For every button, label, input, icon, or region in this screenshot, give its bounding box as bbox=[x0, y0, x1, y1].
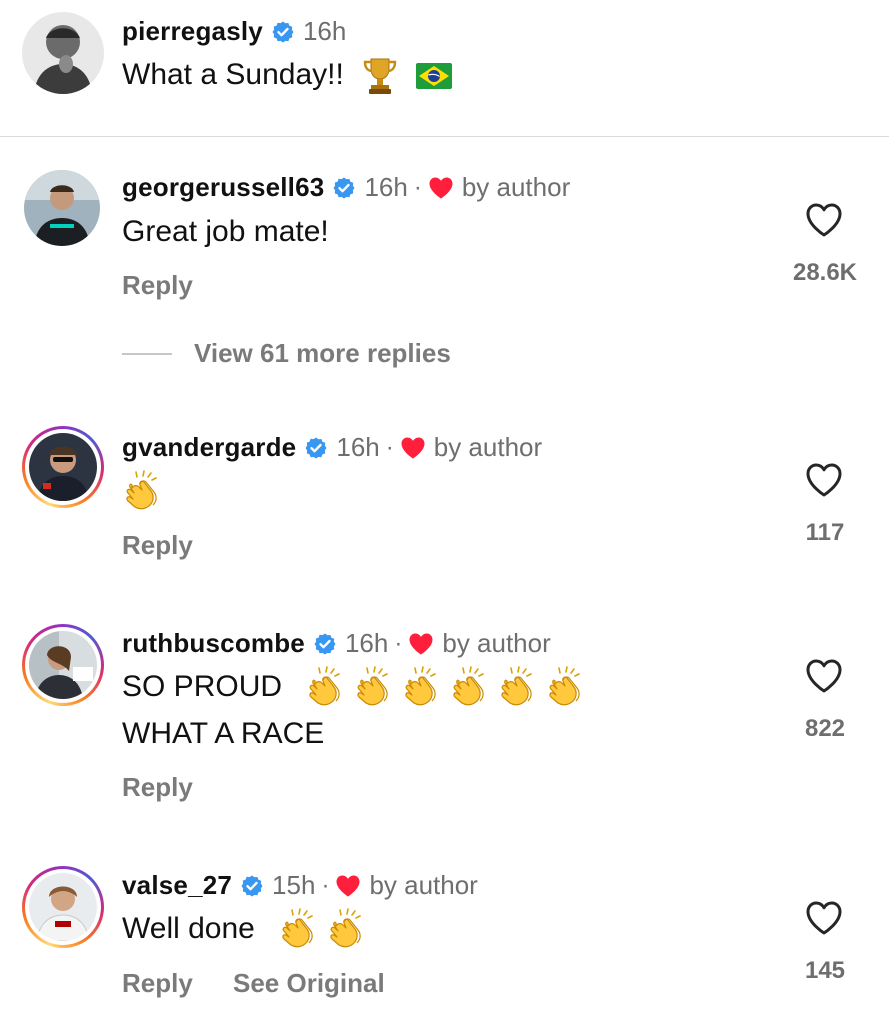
avatar-image bbox=[29, 873, 97, 941]
author-liked-heart-icon bbox=[428, 176, 454, 200]
comment-username[interactable]: georgerussell63 bbox=[122, 172, 324, 203]
like-count: 145 bbox=[804, 957, 846, 984]
liked-by-author-label: by author bbox=[433, 432, 543, 462]
post-caption: What a Sunday!! bbox=[122, 52, 453, 98]
comment-meta: gvandergarde 16h · by author bbox=[122, 432, 542, 463]
clapping-hands-icon bbox=[305, 666, 349, 710]
clapping-hands-icon bbox=[401, 666, 445, 710]
like-heart-icon[interactable] bbox=[805, 900, 843, 936]
thread-line bbox=[122, 352, 172, 355]
comment-time: 16h bbox=[344, 628, 389, 658]
author-liked-heart-icon bbox=[335, 874, 361, 898]
comment-time: 15h bbox=[272, 870, 316, 900]
meta-separator: · bbox=[385, 433, 394, 461]
commenter-avatar[interactable] bbox=[22, 866, 104, 948]
view-more-replies-label: View 61 more replies bbox=[194, 338, 451, 368]
post-header: pierregasly 16h What a Sunday!! bbox=[0, 0, 889, 136]
clapping-hands-icon bbox=[353, 666, 397, 710]
avatar-ring bbox=[25, 627, 101, 703]
comment-username[interactable]: gvandergarde bbox=[122, 432, 296, 463]
clapping-hands-icon bbox=[545, 666, 589, 710]
avatar-image bbox=[24, 170, 100, 246]
verified-icon bbox=[271, 20, 295, 44]
comment-time: 16h bbox=[364, 172, 408, 202]
post-author-avatar[interactable] bbox=[22, 12, 104, 94]
commenter-avatar[interactable] bbox=[22, 426, 104, 508]
like-count: 28.6K bbox=[792, 259, 858, 286]
divider bbox=[0, 136, 889, 137]
brazil-flag-icon bbox=[416, 63, 453, 90]
comment-time: 16h bbox=[336, 432, 380, 462]
liked-by-author-label: by author bbox=[461, 172, 571, 202]
verified-icon bbox=[313, 632, 337, 656]
clapping-hands-icon bbox=[449, 666, 493, 710]
meta-separator: · bbox=[413, 173, 422, 201]
like-heart-icon[interactable] bbox=[805, 202, 843, 238]
trophy-icon bbox=[363, 58, 397, 95]
like-heart-icon[interactable] bbox=[805, 462, 843, 498]
author-liked-heart-icon bbox=[408, 632, 434, 656]
reply-button[interactable]: Reply bbox=[122, 968, 193, 999]
reply-button[interactable]: Reply bbox=[122, 270, 193, 301]
comment-text bbox=[122, 468, 170, 514]
post-meta: pierregasly 16h bbox=[122, 16, 346, 47]
comment-text: Well done bbox=[122, 912, 255, 945]
liked-by-author-label: by author bbox=[442, 628, 551, 658]
commenter-avatar[interactable] bbox=[24, 170, 100, 246]
comment-username[interactable]: ruthbuscombe bbox=[122, 628, 305, 659]
avatar-ring bbox=[25, 429, 101, 505]
verified-icon bbox=[304, 436, 328, 460]
clapping-hands-icon bbox=[326, 908, 370, 952]
reply-button[interactable]: Reply bbox=[122, 772, 193, 803]
comment-text-line: Well done bbox=[122, 906, 374, 952]
like-heart-icon[interactable] bbox=[805, 658, 843, 694]
post-caption-text: What a Sunday!! bbox=[122, 58, 344, 91]
avatar-ring bbox=[25, 869, 101, 945]
like-count: 117 bbox=[805, 519, 845, 546]
reply-button[interactable]: Reply bbox=[122, 530, 193, 561]
commenter-avatar[interactable] bbox=[22, 624, 104, 706]
see-original-button[interactable]: See Original bbox=[233, 968, 385, 999]
avatar-image bbox=[22, 12, 104, 94]
comment-meta: georgerussell63 16h · by author bbox=[122, 172, 570, 203]
clapping-hands-icon bbox=[278, 908, 322, 952]
liked-by-author-label: by author bbox=[369, 870, 478, 900]
clapping-hands-icon bbox=[497, 666, 541, 710]
verified-icon bbox=[240, 874, 264, 898]
view-more-replies-button[interactable]: View 61 more replies bbox=[122, 338, 451, 369]
author-liked-heart-icon bbox=[400, 436, 426, 460]
clapping-hands-icon bbox=[122, 470, 166, 514]
comment-meta: ruthbuscombe 16h · by author bbox=[122, 628, 551, 659]
post-username[interactable]: pierregasly bbox=[122, 16, 263, 47]
comment-text: Great job mate! bbox=[122, 215, 329, 248]
meta-separator: · bbox=[321, 871, 330, 899]
like-count: 822 bbox=[804, 715, 846, 742]
avatar-image bbox=[29, 631, 97, 699]
comment-meta: valse_27 15h · by author bbox=[122, 870, 478, 901]
comment-text: SO PROUD bbox=[122, 670, 283, 703]
verified-icon bbox=[332, 176, 356, 200]
comment-username[interactable]: valse_27 bbox=[122, 870, 232, 901]
post-time: 16h bbox=[302, 16, 347, 46]
avatar-image bbox=[29, 433, 97, 501]
comment-text-line-2: WHAT A RACE bbox=[122, 717, 325, 750]
meta-separator: · bbox=[394, 629, 403, 657]
comment-text-line-1: SO PROUD bbox=[122, 664, 593, 710]
